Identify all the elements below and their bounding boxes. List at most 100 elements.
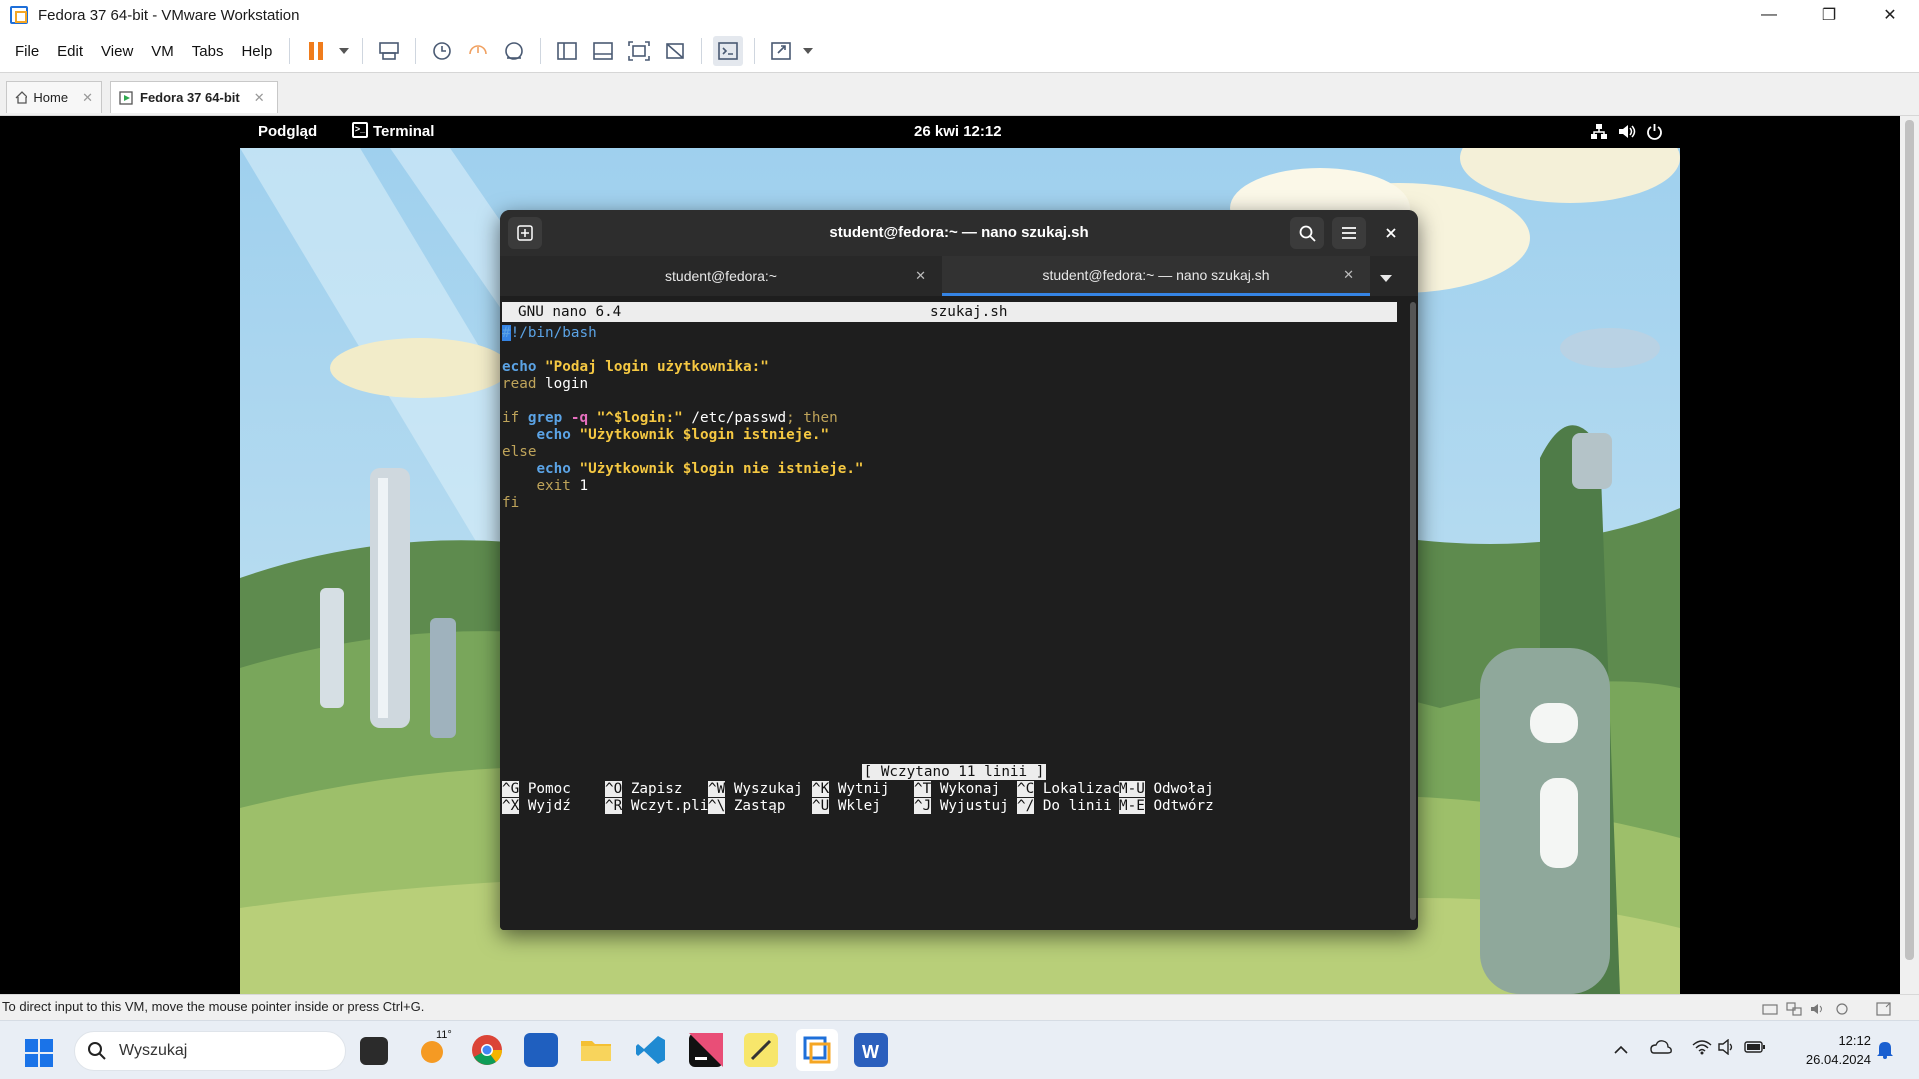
window-title: Fedora 37 64-bit - VMware Workstation (38, 6, 300, 24)
chevron-down-icon[interactable] (802, 36, 814, 66)
intellij-icon[interactable] (689, 1033, 723, 1067)
speaker-icon[interactable] (1718, 1038, 1736, 1060)
windows-taskbar: Wyszukaj 11° W 12:12 26.04.2024 (0, 1020, 1919, 1079)
taskbar-search-box[interactable]: Wyszukaj (74, 1031, 346, 1071)
shortcut-key: ^W (708, 781, 726, 797)
nano-shortcut[interactable]: ^U Wklej (812, 796, 881, 817)
gnome-clock[interactable]: 26 kwi 12:12 (914, 123, 1002, 140)
code-line-1[interactable]: #!/bin/bash (502, 323, 597, 344)
menu-button[interactable] (1332, 217, 1366, 249)
power-icon[interactable] (1646, 123, 1663, 144)
shortcut-label: Pomoc (527, 781, 571, 797)
system-clock[interactable]: 12:12 26.04.2024 (1806, 1031, 1871, 1069)
toolbar-divider (754, 38, 756, 64)
battery-icon[interactable] (1744, 1040, 1766, 1059)
terminal-tab-1[interactable]: student@fedora:~ ✕ (500, 256, 942, 296)
nano-version: GNU nano 6.4 (518, 304, 622, 320)
shortcut-key: ^J (914, 798, 932, 814)
search-icon (88, 1042, 106, 1060)
chevron-down-icon[interactable] (337, 36, 351, 66)
menu-edit[interactable]: Edit (48, 43, 92, 60)
window-titlebar: Fedora 37 64-bit - VMware Workstation — … (0, 0, 1919, 30)
task-view-icon[interactable] (360, 1037, 388, 1065)
close-tab-icon[interactable]: ✕ (254, 90, 265, 106)
nano-shortcut[interactable]: ^/ Do linii (1017, 796, 1112, 817)
shortcut-label: Wykonaj (939, 781, 1001, 797)
code-line-11[interactable]: fi (502, 493, 519, 514)
shortcut-label: Zastąp (733, 798, 786, 814)
tab-home[interactable]: Home ✕ (6, 81, 102, 113)
chevron-up-icon[interactable] (1614, 1041, 1628, 1059)
minimize-button[interactable]: — (1745, 0, 1793, 30)
menu-file[interactable]: File (6, 43, 48, 60)
word-icon[interactable]: W (854, 1033, 888, 1067)
network-icon[interactable] (1590, 123, 1608, 144)
console-view-icon[interactable] (713, 36, 744, 66)
search-placeholder: Wyszukaj (119, 1042, 188, 1059)
hamburger-menu-icon (1342, 227, 1356, 239)
activities-button[interactable]: Podgląd (258, 123, 317, 140)
toolbar-divider (415, 38, 417, 64)
vm-running-icon (119, 90, 133, 105)
menu-view[interactable]: View (92, 43, 142, 60)
menu-vm[interactable]: VM (142, 43, 183, 60)
shortcut-key: ^K (812, 781, 830, 797)
code-line-7[interactable]: echo "Użytkownik $login istnieje." (502, 425, 829, 446)
text-cursor: # (502, 325, 511, 341)
show-library-icon[interactable] (552, 36, 582, 66)
volume-icon[interactable] (1618, 123, 1636, 144)
nano-shortcut[interactable]: M-E Odtwórz (1119, 796, 1214, 817)
unity-mode-icon[interactable] (660, 36, 690, 66)
chevron-down-icon (1380, 275, 1392, 282)
tab-list-dropdown[interactable] (1380, 270, 1392, 286)
send-ctrl-alt-del-icon[interactable] (374, 36, 404, 66)
file-explorer-icon[interactable] (579, 1033, 613, 1067)
close-terminal-button[interactable] (1374, 217, 1408, 249)
menu-help[interactable]: Help (232, 43, 281, 60)
nano-shortcut[interactable]: ^X Wyjdź (502, 796, 571, 817)
shortcut-label: Zapisz (630, 781, 683, 797)
vscode-icon[interactable] (634, 1033, 668, 1067)
terminal-window[interactable]: student@fedora:~ — nano szukaj.sh studen… (500, 210, 1418, 930)
snapshot-manager-icon[interactable] (499, 36, 529, 66)
close-tab-icon[interactable]: ✕ (1343, 267, 1354, 283)
nano-shortcut[interactable]: ^\ Zastąp (708, 796, 785, 817)
windows-logo-icon (25, 1039, 53, 1067)
stretch-guest-icon[interactable] (766, 36, 796, 66)
fullscreen-icon[interactable] (624, 36, 654, 66)
vmware-taskbar-icon[interactable] (796, 1029, 838, 1071)
wifi-icon[interactable] (1692, 1039, 1712, 1060)
search-button[interactable] (1290, 217, 1324, 249)
chrome-icon[interactable] (470, 1033, 504, 1067)
start-button[interactable] (25, 1039, 53, 1072)
clock-date: 26.04.2024 (1805, 1052, 1871, 1067)
shortcut-key: ^G (502, 781, 520, 797)
nano-shortcut[interactable]: ^J Wyjustuj (914, 796, 1009, 817)
terminal-tab-2[interactable]: student@fedora:~ — nano szukaj.sh ✕ (942, 256, 1370, 296)
vm-scrollbar[interactable] (1900, 116, 1919, 994)
nano-editor[interactable]: GNU nano 6.4 szukaj.sh #!/bin/bash echo "… (500, 296, 1408, 930)
shortcut-label: Wytnij (837, 781, 890, 797)
notification-bell-icon[interactable] (1876, 1039, 1894, 1064)
onedrive-icon[interactable] (1650, 1039, 1672, 1060)
code-line-4[interactable]: read login (502, 374, 588, 395)
pause-icon[interactable] (301, 36, 331, 66)
close-window-button[interactable]: ✕ (1866, 0, 1914, 30)
show-thumbnails-icon[interactable] (588, 36, 618, 66)
nano-shortcut[interactable]: ^R Wczyt.plik (605, 796, 717, 817)
restore-button[interactable]: ❐ (1805, 0, 1853, 30)
app-menu-terminal[interactable]: Terminal (373, 123, 434, 140)
revert-snapshot-icon[interactable] (463, 36, 493, 66)
tab-fedora[interactable]: Fedora 37 64-bit ✕ (110, 81, 278, 113)
microsoft-store-icon[interactable] (524, 1033, 558, 1067)
shortcut-key: ^X (502, 798, 520, 814)
scrollbar-thumb[interactable] (1905, 120, 1914, 960)
snapshot-icon[interactable] (427, 36, 457, 66)
notepad-plus-plus-icon[interactable] (744, 1033, 778, 1067)
close-tab-icon[interactable]: ✕ (82, 90, 93, 106)
weather-widget[interactable]: 11° (416, 1029, 452, 1067)
menu-tabs[interactable]: Tabs (183, 43, 233, 60)
close-tab-icon[interactable]: ✕ (915, 268, 926, 284)
terminal-scrollbar[interactable] (1410, 302, 1416, 920)
shortcut-label: Wyjdź (527, 798, 571, 814)
